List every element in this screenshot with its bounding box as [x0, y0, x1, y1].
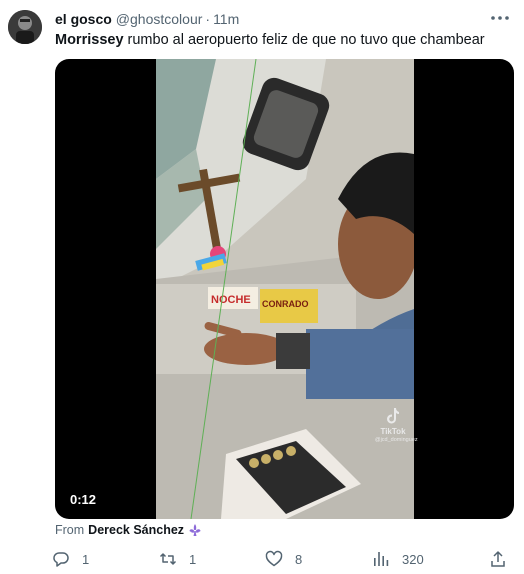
share-icon [491, 551, 505, 567]
display-name[interactable]: el gosco [55, 11, 112, 27]
tweet-text: Morrissey rumbo al aeropuerto feliz de q… [55, 31, 515, 49]
retweet-button[interactable]: 1 [159, 548, 196, 570]
like-count: 8 [295, 551, 303, 567]
like-button[interactable]: 8 [265, 548, 302, 570]
reply-icon [53, 552, 69, 567]
tweet-header: el gosco @ghostcolour · 11m [55, 10, 239, 28]
video-duration: 0:12 [70, 492, 97, 507]
source-name[interactable]: Dereck Sánchez [88, 523, 184, 537]
tweet-actions: 1 1 8 320 [48, 548, 518, 570]
tweet-text-body: rumbo al aeropuerto feliz de que no tuvo… [123, 32, 485, 48]
reply-count: 1 [82, 551, 90, 567]
retweet-icon [159, 553, 177, 565]
video-player[interactable]: NOCHE CONRADO TikTok @jcd_dominguez 0:12 [55, 59, 514, 519]
sign-sticker-2: CONRADO [262, 299, 309, 309]
user-handle[interactable]: @ghostcolour [116, 11, 203, 27]
views-chart-icon [374, 552, 389, 566]
share-button[interactable] [489, 548, 507, 570]
tiktok-user: @jcd_dominguez [375, 437, 418, 443]
views-button[interactable]: 320 [372, 548, 424, 570]
retweet-count: 1 [189, 551, 197, 567]
sign-sticker-1: NOCHE [211, 294, 251, 306]
fleur-de-lis-icon [189, 524, 201, 536]
more-options-icon[interactable] [488, 9, 512, 27]
avatar[interactable] [8, 10, 42, 44]
reply-button[interactable]: 1 [52, 548, 89, 570]
views-count: 320 [402, 551, 424, 567]
separator-dot: · [205, 11, 211, 27]
tiktok-watermark: TikTok @jcd_dominguez [375, 407, 418, 443]
source-attribution: From Dereck Sánchez [55, 523, 202, 537]
video-frame: NOCHE CONRADO [156, 59, 414, 519]
tweet-text-mention: Morrissey [55, 32, 124, 48]
timestamp[interactable]: 11m [213, 11, 239, 27]
tiktok-label: TikTok [380, 427, 406, 436]
tiktok-icon [387, 408, 399, 424]
heart-icon [265, 550, 283, 567]
source-label: From [55, 523, 85, 537]
